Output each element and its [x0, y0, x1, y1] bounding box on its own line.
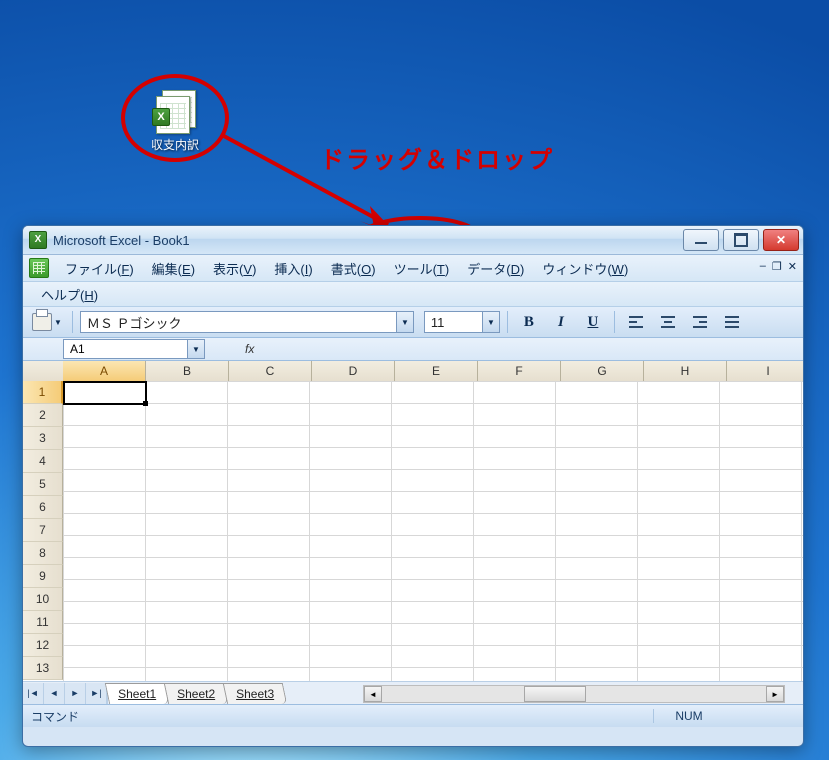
row-header-3[interactable]: 3	[23, 427, 63, 450]
align-justify-button[interactable]	[718, 311, 746, 333]
row-header-7[interactable]: 7	[23, 519, 63, 542]
excel-app-icon: X	[29, 231, 47, 249]
row-header-11[interactable]: 11	[23, 611, 63, 634]
column-headers[interactable]: ABCDEFGHI	[63, 361, 803, 381]
printer-icon	[32, 313, 52, 331]
align-justify-icon	[725, 316, 739, 328]
font-name-combo[interactable]: ＭＳ Ｐゴシック ▼	[80, 311, 414, 333]
select-all-corner[interactable]	[23, 361, 64, 382]
menu-file[interactable]: ファイル(F)	[57, 256, 142, 281]
hscroll-left-button[interactable]: ◄	[364, 686, 382, 702]
sheet-tab-sheet1[interactable]: Sheet1	[105, 683, 170, 704]
row-headers[interactable]: 12345678910111213	[23, 381, 63, 681]
desktop-file-icon[interactable]: X 収支内訳	[135, 90, 215, 154]
align-right-button[interactable]	[686, 311, 714, 333]
row-header-5[interactable]: 5	[23, 473, 63, 496]
hscroll-right-button[interactable]: ►	[766, 686, 784, 702]
menu-help[interactable]: ヘルプ(H)	[33, 282, 106, 307]
column-header-C[interactable]: C	[229, 361, 312, 382]
align-right-icon	[693, 316, 707, 328]
annotation-text: ドラッグ＆ドロップ	[320, 140, 554, 175]
hscroll-thumb[interactable]	[524, 686, 586, 702]
row-header-8[interactable]: 8	[23, 542, 63, 565]
align-center-button[interactable]	[654, 311, 682, 333]
column-header-F[interactable]: F	[478, 361, 561, 382]
tab-nav-prev[interactable]: ◄	[44, 683, 65, 704]
tab-nav-first[interactable]: |◄	[23, 683, 44, 704]
column-header-D[interactable]: D	[312, 361, 395, 382]
font-size-combo[interactable]: 11 ▼	[424, 311, 500, 333]
menu-insert[interactable]: 挿入(I)	[266, 256, 320, 281]
font-size-dropdown-button[interactable]: ▼	[482, 312, 499, 332]
align-left-button[interactable]	[622, 311, 650, 333]
formatting-toolbar: ▼ ＭＳ Ｐゴシック ▼ 11 ▼ B I U	[23, 307, 803, 338]
row-header-1[interactable]: 1	[23, 381, 63, 404]
minimize-button[interactable]	[683, 229, 719, 251]
status-num: NUM	[653, 709, 724, 723]
name-box-value: A1	[70, 342, 85, 356]
workbook-icon[interactable]	[29, 258, 49, 278]
row-header-9[interactable]: 9	[23, 565, 63, 588]
font-name-value: ＭＳ Ｐゴシック	[87, 313, 182, 332]
row-header-13[interactable]: 13	[23, 657, 63, 680]
excel-file-icon: X	[152, 90, 198, 132]
sheet-tab-bar: |◄ ◄ ► ►| Sheet1Sheet2Sheet3 ◄ ►	[23, 681, 803, 704]
name-box[interactable]: A1 ▼	[63, 339, 205, 359]
excel-window: X Microsoft Excel - Book1 ✕ ファイル(F) 編集(E…	[22, 225, 804, 747]
column-header-I[interactable]: I	[727, 361, 803, 382]
close-button[interactable]: ✕	[763, 229, 799, 251]
sheet-tab-sheet3[interactable]: Sheet3	[223, 683, 288, 704]
column-header-B[interactable]: B	[146, 361, 229, 382]
horizontal-scrollbar[interactable]: ◄ ►	[363, 685, 785, 703]
row-header-4[interactable]: 4	[23, 450, 63, 473]
maximize-button[interactable]	[723, 229, 759, 251]
tab-nav-next[interactable]: ►	[65, 683, 86, 704]
row-header-6[interactable]: 6	[23, 496, 63, 519]
menu-data[interactable]: データ(D)	[459, 256, 532, 281]
underline-button[interactable]: U	[579, 311, 607, 333]
font-name-dropdown-button[interactable]: ▼	[396, 312, 413, 332]
align-center-icon	[661, 316, 675, 328]
menu-window[interactable]: ウィンドウ(W)	[534, 256, 636, 281]
formula-bar: A1 ▼ fx	[23, 338, 803, 361]
mdi-minimize-button[interactable]: –	[760, 260, 766, 273]
align-left-icon	[629, 316, 643, 328]
cells-area[interactable]	[63, 381, 803, 681]
font-size-value: 11	[431, 315, 445, 330]
status-left: コマンド	[31, 708, 79, 725]
column-header-E[interactable]: E	[395, 361, 478, 382]
window-title: Microsoft Excel - Book1	[53, 233, 683, 248]
desktop: X 収支内訳 ドラッグ＆ドロップ X Microsoft Excel - Boo…	[0, 0, 829, 760]
menu-bar: ファイル(F) 編集(E) 表示(V) 挿入(I) 書式(O) ツール(T) デ…	[23, 255, 803, 282]
status-bar: コマンド NUM	[23, 704, 803, 727]
tab-nav-last[interactable]: ►|	[86, 683, 107, 704]
column-header-H[interactable]: H	[644, 361, 727, 382]
italic-button[interactable]: I	[547, 311, 575, 333]
active-cell[interactable]	[63, 381, 147, 405]
bold-button[interactable]: B	[515, 311, 543, 333]
desktop-file-label: 収支内訳	[147, 135, 203, 154]
column-header-G[interactable]: G	[561, 361, 644, 382]
menu-format[interactable]: 書式(O)	[323, 256, 384, 281]
titlebar[interactable]: X Microsoft Excel - Book1 ✕	[23, 226, 803, 255]
menu-edit[interactable]: 編集(E)	[144, 256, 203, 281]
menu-bar-row2: ヘルプ(H)	[23, 282, 803, 307]
mdi-restore-button[interactable]: ❐	[772, 260, 782, 273]
row-header-12[interactable]: 12	[23, 634, 63, 657]
column-header-A[interactable]: A	[63, 361, 146, 383]
mdi-close-button[interactable]: ✕	[788, 260, 797, 273]
fx-label[interactable]: fx	[245, 342, 254, 356]
menu-view[interactable]: 表示(V)	[205, 256, 264, 281]
menu-tools[interactable]: ツール(T)	[386, 256, 458, 281]
name-box-dropdown-button[interactable]: ▼	[187, 340, 204, 358]
row-header-10[interactable]: 10	[23, 588, 63, 611]
spreadsheet-grid[interactable]: ABCDEFGHI 12345678910111213	[23, 361, 803, 681]
print-button[interactable]: ▼	[29, 311, 65, 333]
row-header-2[interactable]: 2	[23, 404, 63, 427]
sheet-tab-sheet2[interactable]: Sheet2	[164, 683, 229, 704]
